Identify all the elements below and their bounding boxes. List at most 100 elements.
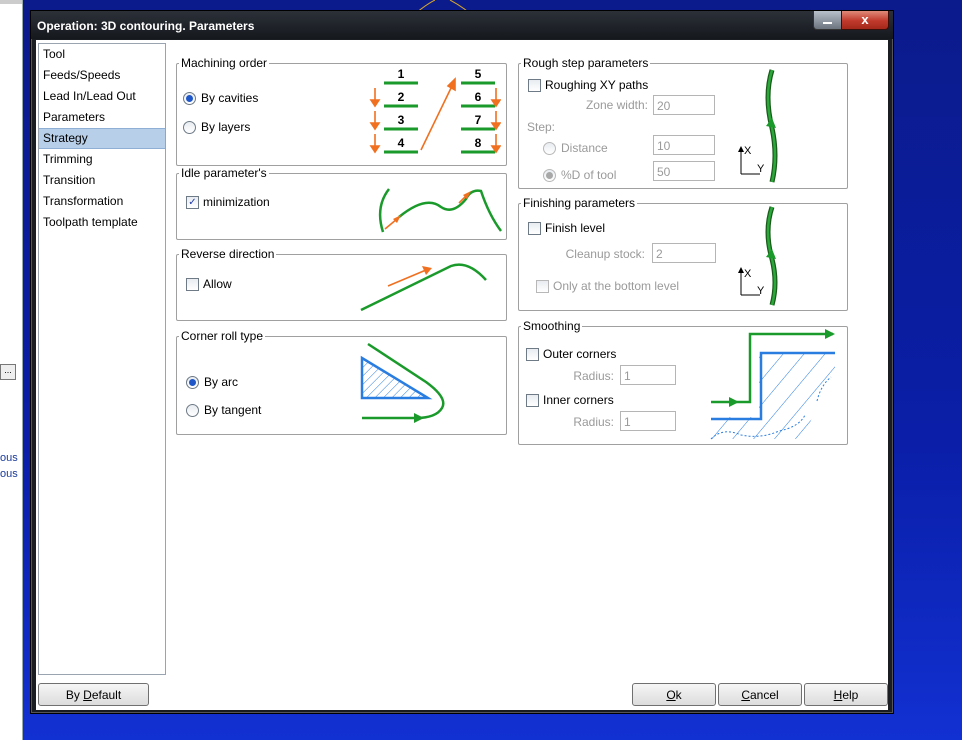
by-layers-label: By layers [201, 120, 251, 134]
sidebar-item-strategy[interactable]: Strategy [39, 128, 165, 149]
finish-level-option[interactable]: Finish level [528, 221, 605, 235]
cancel-button[interactable]: Cancel [718, 683, 802, 706]
outer-radius-label: Radius: [573, 369, 614, 383]
sidebar-item-tool[interactable]: Tool [39, 44, 165, 65]
sidebar-item-lead-in-out[interactable]: Lead In/Lead Out [39, 86, 165, 107]
background-app-panel: ... ous ous [0, 0, 23, 740]
reverse-direction-title: Reverse direction [179, 247, 277, 261]
help-button[interactable]: Help [804, 683, 888, 706]
by-default-label-pre: By [65, 688, 84, 702]
inner-corners-option[interactable]: Inner corners [526, 393, 614, 407]
minimization-checkbox[interactable]: ✓ [186, 195, 199, 209]
only-bottom-option[interactable]: Only at the bottom level [536, 279, 679, 293]
pct-of-tool-option[interactable]: %D of tool [543, 168, 616, 182]
by-tangent-option[interactable]: By tangent [186, 403, 261, 417]
outer-corners-option[interactable]: Outer corners [526, 347, 616, 361]
roughing-xy-option[interactable]: Roughing XY paths [528, 78, 648, 92]
finishing-diagram: X Y [738, 206, 778, 306]
cancel-accel: C [741, 688, 750, 702]
allow-checkbox[interactable] [186, 277, 199, 291]
sidebar-item-parameters[interactable]: Parameters [39, 107, 165, 128]
sidebar-nav: Tool Feeds/Speeds Lead In/Lead Out Param… [38, 43, 166, 675]
outer-radius-field[interactable]: 1 [620, 365, 676, 385]
distance-option[interactable]: Distance [543, 141, 608, 155]
reverse-direction-diagram [360, 263, 487, 312]
sidebar-item-toolpath-template[interactable]: Toolpath template [39, 212, 165, 233]
svg-text:7: 7 [475, 113, 482, 127]
background-text: ous [0, 468, 18, 480]
cleanup-stock-field[interactable]: 2 [652, 243, 716, 263]
close-button[interactable]: x [841, 11, 889, 30]
by-arc-label: By arc [204, 375, 239, 389]
inner-radius-field[interactable]: 1 [620, 411, 676, 431]
minimization-option[interactable]: ✓ minimization [186, 195, 270, 209]
by-layers-option[interactable]: By layers [183, 120, 250, 134]
svg-text:8: 8 [475, 136, 482, 150]
inner-corners-checkbox[interactable] [526, 393, 539, 407]
ok-accel: O [666, 688, 676, 702]
inner-radius-label: Radius: [573, 415, 614, 429]
only-bottom-checkbox[interactable] [536, 279, 549, 293]
roughing-xy-checkbox[interactable] [528, 78, 541, 92]
cleanup-stock-label: Cleanup stock: [565, 247, 645, 261]
pct-of-tool-label: %D of tool [561, 168, 617, 182]
help-label-post: elp [842, 688, 859, 702]
window-title: Operation: 3D contouring. Parameters [37, 19, 255, 33]
minimize-button[interactable] [813, 11, 842, 30]
by-cavities-option[interactable]: By cavities [183, 91, 258, 105]
svg-text:Y: Y [757, 163, 765, 175]
ok-button[interactable]: Ok [632, 683, 716, 706]
by-tangent-label: By tangent [204, 403, 262, 417]
finish-level-checkbox[interactable] [528, 221, 541, 235]
machining-order-diagram: 1 2 3 4 5 6 7 8 [369, 67, 501, 154]
pct-of-tool-field[interactable]: 50 [653, 161, 715, 181]
by-arc-option[interactable]: By arc [186, 375, 238, 389]
idle-title: Idle parameter's [179, 166, 269, 180]
svg-text:2: 2 [398, 90, 405, 104]
zone-width-field[interactable]: 20 [653, 95, 715, 115]
by-arc-radio[interactable] [186, 375, 199, 389]
roughing-xy-label: Roughing XY paths [545, 78, 649, 92]
minimization-label: minimization [203, 195, 270, 209]
sidebar-item-feeds-speeds[interactable]: Feeds/Speeds [39, 65, 165, 86]
svg-text:1: 1 [398, 67, 405, 81]
background-toolbar [0, 0, 22, 4]
sidebar-item-trimming[interactable]: Trimming [39, 149, 165, 170]
svg-text:X: X [744, 145, 752, 157]
svg-text:3: 3 [398, 113, 405, 127]
pct-of-tool-radio[interactable] [543, 168, 556, 182]
only-bottom-label: Only at the bottom level [553, 279, 680, 293]
zone-width-label: Zone width: [585, 98, 648, 112]
distance-field[interactable]: 10 [653, 135, 715, 155]
by-cavities-label: By cavities [201, 91, 259, 105]
distance-label: Distance [561, 141, 608, 155]
smoothing-title: Smoothing [521, 319, 583, 333]
outer-corners-label: Outer corners [543, 347, 617, 361]
by-layers-radio[interactable] [183, 120, 196, 134]
sidebar-item-transition[interactable]: Transition [39, 170, 165, 191]
distance-radio[interactable] [543, 141, 556, 155]
sidebar-item-transformation[interactable]: Transformation [39, 191, 165, 212]
machining-order-title: Machining order [179, 56, 270, 70]
idle-diagram [378, 188, 503, 233]
by-cavities-radio[interactable] [183, 91, 196, 105]
svg-text:5: 5 [475, 67, 482, 81]
background-ellipsis-button[interactable]: ... [0, 364, 16, 380]
svg-text:X: X [744, 268, 752, 280]
outer-corners-checkbox[interactable] [526, 347, 539, 361]
finishing-title: Finishing parameters [521, 196, 638, 210]
finish-level-label: Finish level [545, 221, 606, 235]
by-default-accel: D [83, 688, 92, 702]
close-icon: x [861, 12, 869, 27]
ok-label-post: k [675, 688, 682, 702]
smoothing-diagram [710, 329, 835, 440]
allow-label: Allow [203, 277, 232, 291]
by-default-button[interactable]: By Default [38, 683, 149, 706]
cancel-label-post: ancel [749, 688, 779, 702]
title-bar[interactable]: Operation: 3D contouring. Parameters x [31, 11, 893, 39]
corner-roll-diagram [360, 342, 445, 423]
allow-option[interactable]: Allow [186, 277, 232, 291]
corner-roll-title: Corner roll type [179, 329, 266, 343]
by-tangent-radio[interactable] [186, 403, 199, 417]
inner-corners-label: Inner corners [543, 393, 614, 407]
